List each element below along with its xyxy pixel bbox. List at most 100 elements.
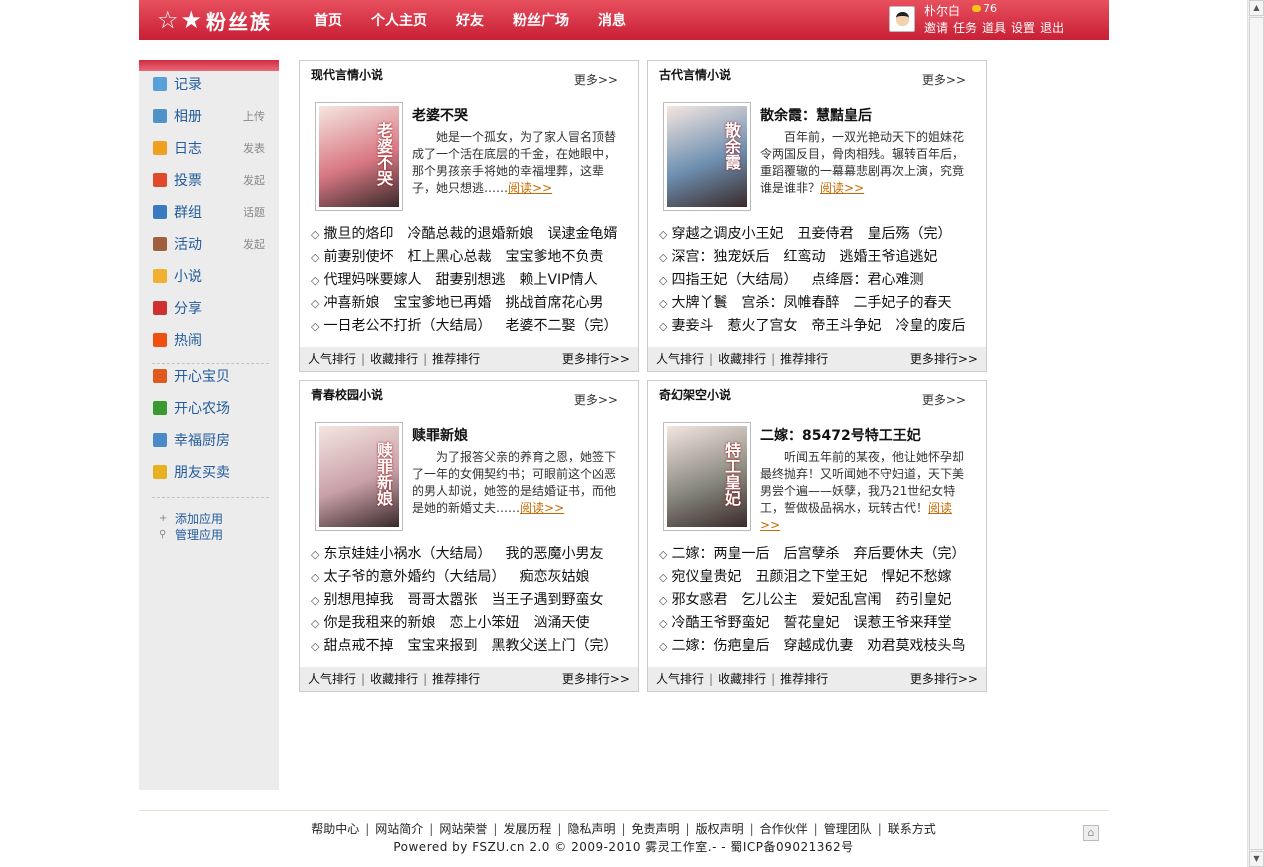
book-link[interactable]: 惹火了宫女 [727, 318, 797, 334]
nav-home[interactable]: 首页 [314, 10, 342, 30]
book-title[interactable]: 赎罪新娘 [412, 425, 468, 445]
book-link[interactable]: 点绛唇：君心难测 [811, 272, 923, 288]
rank-popular[interactable]: 人气排行 [656, 352, 704, 366]
nav-messages[interactable]: 消息 [598, 10, 626, 30]
book-link[interactable]: 大牌丫鬟 [671, 295, 727, 311]
read-link[interactable]: 阅读>> [820, 181, 864, 195]
book-cover[interactable]: 特工皇妃 [663, 422, 751, 531]
book-link[interactable]: 汹涌天使 [533, 615, 589, 631]
footer-link[interactable]: 管理团队 [824, 822, 872, 836]
book-link[interactable]: 当王子遇到野蛮女 [491, 592, 603, 608]
scrollbar[interactable]: ▲ ▼ [1247, 0, 1264, 867]
rank-favorite[interactable]: 收藏排行 [718, 352, 766, 366]
more-rank-link[interactable]: 更多排行>> [910, 347, 978, 371]
more-link[interactable]: 更多>> [574, 71, 618, 88]
book-link[interactable]: 老婆不二娶（完） [505, 318, 617, 334]
book-cover[interactable]: 赎罪新娘 [315, 422, 403, 531]
more-link[interactable]: 更多>> [922, 71, 966, 88]
sidebar-app-3[interactable]: 朋友买卖 [153, 462, 273, 482]
book-link[interactable]: 冷酷总裁的退婚新娘 [407, 226, 533, 242]
book-link[interactable]: 太子爷的意外婚约（大结局） [323, 569, 505, 585]
read-link[interactable]: 阅读>> [508, 181, 552, 195]
book-link[interactable]: 甜点戒不掉 [323, 638, 393, 654]
nav-friends[interactable]: 好友 [456, 10, 484, 30]
book-link[interactable]: 穿越之调皮小王妃 [671, 226, 783, 242]
book-link[interactable]: 后宫孽杀 [783, 546, 839, 562]
book-link[interactable]: 宛仪皇贵妃 [671, 569, 741, 585]
more-rank-link[interactable]: 更多排行>> [562, 347, 630, 371]
site-logo[interactable]: ☆★ 粉丝族 [157, 4, 272, 36]
book-cover[interactable]: 散余霞 [663, 102, 751, 211]
tasks-link[interactable]: 任务 [953, 19, 977, 36]
footer-link[interactable]: 免责声明 [632, 822, 680, 836]
scroll-down-icon[interactable]: ▼ [1249, 851, 1264, 867]
book-link[interactable]: 二嫁：伤疤皇后 [671, 638, 769, 654]
rank-recommend[interactable]: 推荐排行 [780, 672, 828, 686]
book-link[interactable]: 丑颜泪之下堂王妃 [755, 569, 867, 585]
book-link[interactable]: 你是我租来的新娘 [323, 615, 435, 631]
nav-fan-square[interactable]: 粉丝广场 [513, 10, 569, 30]
sidebar-item-0[interactable]: 记录 [153, 74, 273, 94]
avatar[interactable] [889, 6, 915, 32]
book-link[interactable]: 别想甩掉我 [323, 592, 393, 608]
more-rank-link[interactable]: 更多排行>> [910, 667, 978, 691]
read-link[interactable]: 阅读>> [520, 501, 564, 515]
book-link[interactable]: 悍妃不愁嫁 [881, 569, 951, 585]
footer-link[interactable]: 联系方式 [888, 822, 936, 836]
sidebar-app-2[interactable]: 幸福厨房 [153, 430, 273, 450]
rank-favorite[interactable]: 收藏排行 [370, 352, 418, 366]
book-link[interactable]: 皇后殇（完） [867, 226, 951, 242]
book-link[interactable]: 四指王妃（大结局） [671, 272, 797, 288]
back-to-top-icon[interactable]: ⌂ [1083, 825, 1099, 841]
footer-link[interactable]: 网站简介 [375, 822, 423, 836]
settings-link[interactable]: 设置 [1011, 19, 1035, 36]
sidebar-item-5[interactable]: 活动 发起 [153, 234, 273, 254]
book-link[interactable]: 弃后要休夫（完） [853, 546, 965, 562]
book-link[interactable]: 誓花皇妃 [783, 615, 839, 631]
sidebar-item-4[interactable]: 群组 话题 [153, 202, 273, 222]
rank-popular[interactable]: 人气排行 [308, 352, 356, 366]
sidebar-item-action[interactable]: 发起 [243, 172, 265, 188]
book-link[interactable]: 爱妃乱宫闱 [811, 592, 881, 608]
book-link[interactable]: 乞儿公主 [741, 592, 797, 608]
book-link[interactable]: 冲喜新娘 [323, 295, 379, 311]
book-title[interactable]: 二嫁：85472号特工王妃 [760, 425, 921, 445]
book-link[interactable]: 哥哥太嚣张 [407, 592, 477, 608]
more-link[interactable]: 更多>> [922, 391, 966, 408]
book-link[interactable]: 代理妈咪要嫁人 [323, 272, 421, 288]
book-link[interactable]: 宝宝爹地不负责 [505, 249, 603, 265]
book-link[interactable]: 劝君莫戏枝头鸟 [867, 638, 965, 654]
sidebar-item-2[interactable]: 日志 发表 [153, 138, 273, 158]
book-link[interactable]: 二手妃子的春天 [853, 295, 951, 311]
book-link[interactable]: 宫杀：凤帷春醉 [741, 295, 839, 311]
sidebar-manage-1[interactable]: ⚲ 管理应用 [159, 527, 223, 542]
sidebar-item-6[interactable]: 小说 [153, 266, 273, 286]
book-link[interactable]: 逃婚王爷追逃妃 [839, 249, 937, 265]
book-link[interactable]: 二嫁：两皇一后 [671, 546, 769, 562]
rank-recommend[interactable]: 推荐排行 [432, 672, 480, 686]
book-title[interactable]: 散余霞：慧黠皇后 [760, 105, 872, 125]
book-link[interactable]: 杠上黑心总裁 [407, 249, 491, 265]
footer-link[interactable]: 隐私声明 [567, 822, 615, 836]
rank-recommend[interactable]: 推荐排行 [432, 352, 480, 366]
footer-link[interactable]: 版权声明 [696, 822, 744, 836]
book-link[interactable]: 痴恋灰姑娘 [519, 569, 589, 585]
rank-popular[interactable]: 人气排行 [308, 672, 356, 686]
props-link[interactable]: 道具 [982, 19, 1006, 36]
rank-favorite[interactable]: 收藏排行 [370, 672, 418, 686]
book-link[interactable]: 宝宝来报到 [407, 638, 477, 654]
book-link[interactable]: 东京娃娃小祸水（大结局） [323, 546, 491, 562]
sidebar-item-action[interactable]: 上传 [243, 108, 265, 124]
book-link[interactable]: 帝王斗争妃 [811, 318, 881, 334]
book-link[interactable]: 穿越成仇妻 [783, 638, 853, 654]
book-cover[interactable]: 老婆不哭 [315, 102, 403, 211]
rank-favorite[interactable]: 收藏排行 [718, 672, 766, 686]
sidebar-item-action[interactable]: 话题 [243, 204, 265, 220]
user-name[interactable]: 朴尔白 [924, 2, 960, 19]
book-link[interactable]: 红鸾动 [783, 249, 825, 265]
book-link[interactable]: 丑妾侍君 [797, 226, 853, 242]
footer-link[interactable]: 帮助中心 [311, 822, 359, 836]
sidebar-item-7[interactable]: 分享 [153, 298, 273, 318]
rank-recommend[interactable]: 推荐排行 [780, 352, 828, 366]
book-link[interactable]: 冷皇的废后 [895, 318, 965, 334]
